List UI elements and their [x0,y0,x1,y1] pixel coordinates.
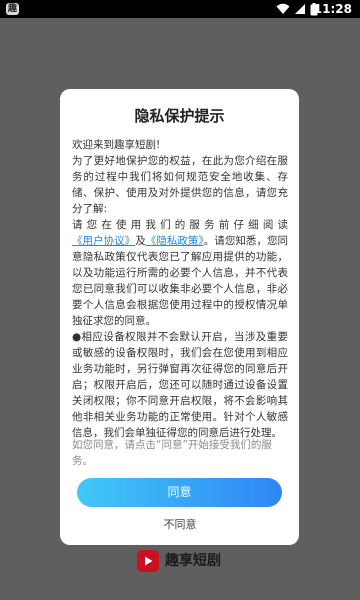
status-time: 11:28 [313,2,352,16]
app-notification-icon: 趣 [6,3,19,15]
policy-suffix: 。请您知悉，您同意隐私政策仅代表您已了解应用提供的功能，以及功能运行所需的必要个… [72,235,289,327]
policy-paragraph: 请您在使用我们的服务前仔细阅读《用户协议》及《隐私政策》。请您知悉，您同意隐私政… [72,217,288,329]
disagree-button[interactable]: 不同意 [120,515,240,535]
privacy-policy-link[interactable]: 《隐私政策》 [146,235,204,247]
wifi-icon [276,3,290,14]
app-logo-icon [137,550,159,572]
consent-hint: 如您同意，请点击“同意”开始接受我们的服务。 [72,439,272,467]
user-agreement-link[interactable]: 《用户协议》 [72,235,135,247]
dialog-body: 欢迎来到趣享短剧! 为了更好地保护您的权益，在此为您介绍在服务的过程中我们将如何… [72,137,288,441]
and-text: 及 [135,235,146,247]
status-bar: 趣 11:28 [0,0,360,18]
agree-button[interactable]: 同意 [77,478,282,507]
signal-icon [295,4,305,14]
permission-paragraph: ●相应设备权限并不会默认开启，当涉及重要或敏感的设备权限时，我们会在您使用到相应… [72,331,288,439]
privacy-dialog: 隐私保护提示 欢迎来到趣享短剧! 为了更好地保护您的权益，在此为您介绍在服务的过… [60,89,299,545]
app-logo: 趣享短剧 [137,550,223,574]
policy-prefix: 请您在使用我们的服务前仔细阅读 [72,219,288,231]
intro-paragraph: 为了更好地保护您的权益，在此为您介绍在服务的过程中我们将如何规范安全地收集、存储… [72,155,288,215]
dialog-title: 隐私保护提示 [134,107,225,125]
play-icon [145,556,153,566]
app-logo-text: 趣享短剧 [165,553,221,569]
greeting-text: 欢迎来到趣享短剧! [72,139,161,151]
